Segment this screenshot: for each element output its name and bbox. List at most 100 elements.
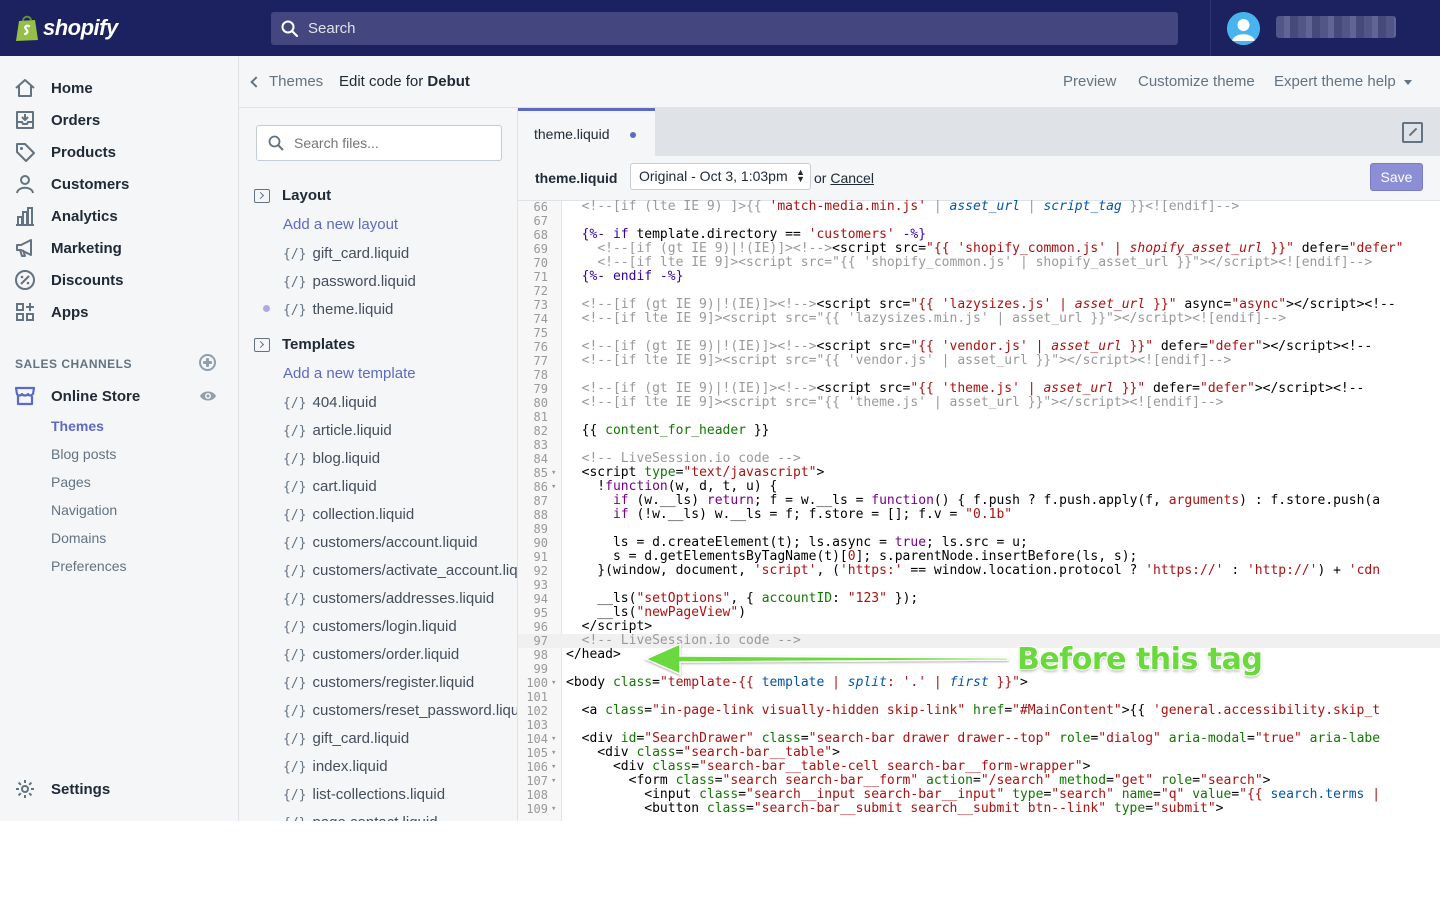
user-avatar[interactable] xyxy=(1227,12,1260,45)
folder-templates[interactable]: Templates xyxy=(254,336,355,353)
sidebar-sub-pages[interactable]: Pages xyxy=(51,474,91,490)
code-line[interactable]: 74 <!--[if lte IE 9]><script src="{{ 'la… xyxy=(518,312,1440,327)
fold-arrow-icon[interactable]: ▾ xyxy=(551,760,556,774)
file-item[interactable]: {/} customers/account.liquid xyxy=(283,534,478,551)
code-line[interactable]: 94 __ls("setOptions", { accountID: "123"… xyxy=(518,592,1440,607)
code-line[interactable]: 78 xyxy=(518,368,1440,382)
code-line[interactable]: 86 ▾ !function(w, d, t, u) { xyxy=(518,480,1440,495)
code-line[interactable]: 69 <!--[if (gt IE 9)|!(IE)]><!--><script… xyxy=(518,242,1440,257)
code-line[interactable]: 107 ▾ <form class="search search-bar__for… xyxy=(518,774,1440,789)
code-line[interactable]: 66 <!--[if (lte IE 9) ]>{{ 'match-media.… xyxy=(518,200,1440,215)
file-item[interactable]: {/} gift_card.liquid xyxy=(283,730,409,747)
save-button[interactable]: Save xyxy=(1370,163,1423,191)
code-area[interactable]: 66 <!--[if (lte IE 9) ]>{{ 'match-media.… xyxy=(518,200,1440,821)
code-line[interactable]: 100 ▾ <body class="template-{{ template | … xyxy=(518,676,1440,691)
sidebar-item-home[interactable]: Home xyxy=(14,74,93,102)
sidebar-item-marketing[interactable]: Marketing xyxy=(14,234,122,262)
sidebar-sub-preferences[interactable]: Preferences xyxy=(51,558,126,574)
fold-arrow-icon[interactable]: ▾ xyxy=(551,676,556,690)
eye-icon[interactable] xyxy=(199,389,217,403)
file-item[interactable]: {/} customers/login.liquid xyxy=(283,618,457,635)
file-item[interactable]: {/} customers/register.liquid xyxy=(283,674,474,691)
fold-arrow-icon[interactable]: ▾ xyxy=(551,774,556,788)
back-to-themes-link[interactable]: Themes xyxy=(250,73,323,90)
code-line[interactable]: 79 <!--[if (gt IE 9)|!(IE)]><!--><script… xyxy=(518,382,1440,397)
cancel-link[interactable]: Cancel xyxy=(830,170,874,186)
code-line[interactable]: 93 xyxy=(518,578,1440,592)
tab-theme-liquid[interactable]: theme.liquid xyxy=(518,108,655,156)
code-line[interactable]: 85 ▾ <script type="text/javascript"> xyxy=(518,466,1440,481)
fold-arrow-icon[interactable]: ▾ xyxy=(551,746,556,760)
version-select[interactable]: Original - Oct 3, 1:03pm ▲ ▼ xyxy=(630,163,811,190)
code-line[interactable]: 88 if (!w.__ls) w.__ls = f; f.store = []… xyxy=(518,508,1440,523)
code-line[interactable]: 102 <a class="in-page-link visually-hidd… xyxy=(518,704,1440,719)
code-line[interactable]: 101 xyxy=(518,690,1440,704)
add-sales-channel-icon[interactable] xyxy=(199,354,216,371)
fold-arrow-icon[interactable]: ▾ xyxy=(551,732,556,746)
code-line[interactable]: 71 {%- endif -%} xyxy=(518,270,1440,285)
code-line[interactable]: 106 ▾ <div class="search-bar__table-cell … xyxy=(518,760,1440,775)
code-line[interactable]: 95 __ls("newPageView") xyxy=(518,606,1440,621)
code-line[interactable]: 104 ▾ <div id="SearchDrawer" class="searc… xyxy=(518,732,1440,747)
file-item[interactable]: {/} cart.liquid xyxy=(283,478,377,495)
file-item[interactable]: {/} blog.liquid xyxy=(283,450,380,467)
file-item[interactable]: {/} index.liquid xyxy=(283,758,388,775)
search-files-field[interactable] xyxy=(256,125,502,161)
file-item[interactable]: {/} customers/addresses.liquid xyxy=(283,590,494,607)
file-item[interactable]: {/} gift_card.liquid xyxy=(283,245,409,262)
file-item[interactable]: {/} article.liquid xyxy=(283,422,392,439)
code-line[interactable]: 80 <!--[if lte IE 9]><script src="{{ 'th… xyxy=(518,396,1440,411)
file-item-active[interactable]: {/} theme.liquid xyxy=(283,301,393,318)
fold-arrow-icon[interactable]: ▾ xyxy=(551,480,556,494)
code-line[interactable]: 89 xyxy=(518,522,1440,536)
customize-theme-button[interactable]: Customize theme xyxy=(1138,73,1255,90)
expert-theme-help-button[interactable]: Expert theme help xyxy=(1274,73,1412,90)
code-line[interactable]: 108 <input class="search__input search-b… xyxy=(518,788,1440,803)
file-item[interactable]: {/} customers/order.liquid xyxy=(283,646,459,663)
file-item[interactable]: {/} list-collections.liquid xyxy=(283,786,445,803)
file-item[interactable]: {/} collection.liquid xyxy=(283,506,414,523)
file-item[interactable]: {/} password.liquid xyxy=(283,273,416,290)
sidebar-sub-themes[interactable]: Themes xyxy=(51,418,104,434)
add-new-layout-link[interactable]: Add a new layout xyxy=(283,216,398,233)
code-line[interactable]: 82 {{ content_for_header }} xyxy=(518,424,1440,439)
code-line[interactable]: 87 if (w.__ls) return; f = w.__ls = func… xyxy=(518,494,1440,509)
code-line[interactable]: 77 <!--[if lte IE 9]><script src="{{ 've… xyxy=(518,354,1440,369)
file-item[interactable]: {/} 404.liquid xyxy=(283,394,377,411)
code-line[interactable]: 96 </script> xyxy=(518,620,1440,635)
search-files-input[interactable] xyxy=(294,135,494,151)
sidebar-item-settings[interactable]: Settings xyxy=(14,775,110,803)
code-line[interactable]: 84 <!-- LiveSession.io code --> xyxy=(518,452,1440,467)
sidebar-sub-blog-posts[interactable]: Blog posts xyxy=(51,446,116,462)
folder-layout[interactable]: Layout xyxy=(254,187,331,204)
user-name-blurred[interactable] xyxy=(1276,16,1396,38)
code-line[interactable]: 81 xyxy=(518,410,1440,424)
code-line[interactable]: 73 <!--[if (gt IE 9)|!(IE)]><!--><script… xyxy=(518,298,1440,313)
code-line[interactable]: 68 {%- if template.directory == 'custome… xyxy=(518,228,1440,243)
sidebar-item-online-store[interactable]: Online Store xyxy=(14,382,140,410)
code-line[interactable]: 103 xyxy=(518,718,1440,732)
sidebar-item-customers[interactable]: Customers xyxy=(14,170,129,198)
sidebar-sub-navigation[interactable]: Navigation xyxy=(51,502,117,518)
preview-button[interactable]: Preview xyxy=(1063,73,1116,90)
code-line[interactable]: 72 xyxy=(518,284,1440,298)
sidebar-item-orders[interactable]: Orders xyxy=(14,106,100,134)
code-line[interactable]: 109 ▾ <button class="search-bar__submit s… xyxy=(518,802,1440,817)
sidebar-item-discounts[interactable]: Discounts xyxy=(14,266,124,294)
shopify-logo[interactable]: shopify xyxy=(0,0,239,56)
code-line[interactable]: 67 xyxy=(518,214,1440,228)
code-line[interactable]: 76 <!--[if (gt IE 9)|!(IE)]><!--><script… xyxy=(518,340,1440,355)
file-item[interactable]: {/} customers/reset_password.liqu xyxy=(283,702,517,719)
code-line[interactable]: 75 xyxy=(518,326,1440,340)
file-item[interactable]: {/}page.contact.liquid xyxy=(283,814,438,821)
code-line[interactable]: 92 }(window, document, 'script', ('https… xyxy=(518,564,1440,579)
global-search-input[interactable]: Search xyxy=(271,12,1178,45)
sidebar-item-products[interactable]: Products xyxy=(14,138,116,166)
code-line[interactable]: 91 s = d.getElementsByTagName(t)[0]; s.p… xyxy=(518,550,1440,565)
fold-arrow-icon[interactable]: ▾ xyxy=(551,466,556,480)
code-line[interactable]: 70 <!--[if lte IE 9]><script src="{{ 'sh… xyxy=(518,256,1440,271)
sidebar-sub-domains[interactable]: Domains xyxy=(51,530,106,546)
code-line[interactable]: 105 ▾ <div class="search-bar__table"> xyxy=(518,746,1440,761)
fold-arrow-icon[interactable]: ▾ xyxy=(551,802,556,816)
code-line[interactable]: 83 xyxy=(518,438,1440,452)
